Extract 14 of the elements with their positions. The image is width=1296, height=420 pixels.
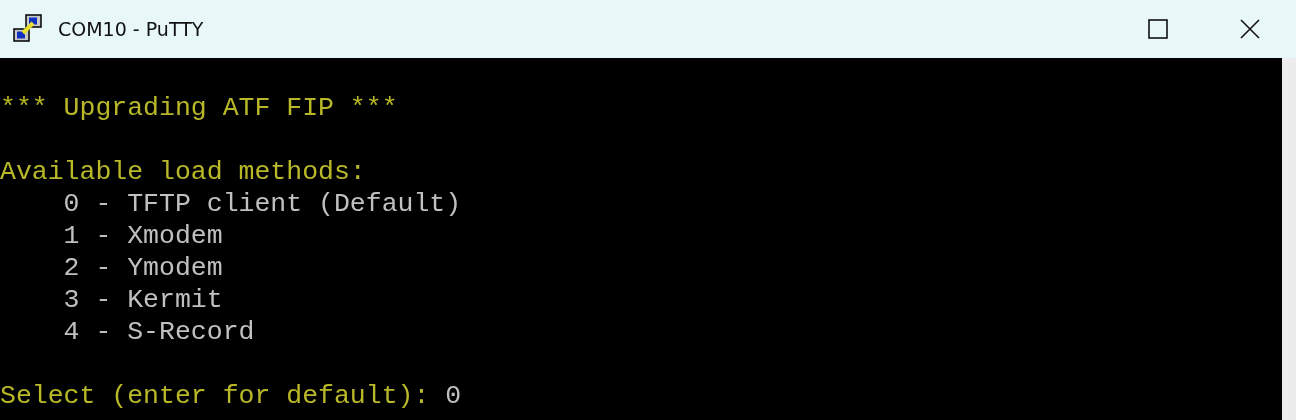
- computers-icon: [12, 13, 44, 45]
- typed-text: 0: [445, 381, 462, 411]
- terminal-line: 4 - S-Record: [62, 317, 255, 347]
- terminal-line: Select (enter for default):: [0, 381, 430, 411]
- terminal-line: 3 - Kermit: [62, 285, 223, 315]
- terminal-line: 2 - Ymodem: [62, 253, 223, 283]
- terminal-line: *** Upgrading ATF FIP ***: [0, 93, 398, 123]
- scrollbar[interactable]: [1282, 58, 1296, 420]
- terminal-line: 1 - Xmodem: [62, 221, 223, 251]
- terminal-line: 0 - TFTP client (Default): [62, 189, 462, 219]
- window-title: COM10 - PuTTY: [58, 18, 204, 40]
- terminal-line: Available load methods:: [0, 157, 366, 187]
- close-icon: [1240, 19, 1260, 39]
- maximize-icon: [1148, 19, 1168, 39]
